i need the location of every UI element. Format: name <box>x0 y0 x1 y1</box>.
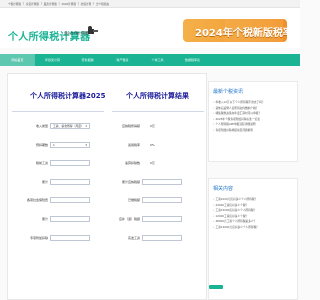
income-type-value: 工资、薪金所得（月度） <box>53 124 84 128</box>
related-tag-badge <box>209 285 223 289</box>
chevron-down-icon: ▾ <box>85 143 87 147</box>
nav-item-rental[interactable]: 财产租赁 <box>105 54 140 66</box>
results-title: 个人所得税计算结果 <box>126 92 189 100</box>
insurance-cumulative-label: 累计 <box>41 217 48 221</box>
top-link[interactable]: 房贷计算器 <box>26 2 39 6</box>
results-divider <box>112 111 204 112</box>
insurance-cumulative-input[interactable] <box>50 216 90 222</box>
top-link[interactable]: 股票计算器 <box>44 2 57 6</box>
top-link[interactable]: 合个税新政 <box>96 2 109 6</box>
income-type-label: 收入类型 <box>35 124 48 128</box>
nav-item-bonus[interactable]: 年终奖计算 <box>35 54 70 66</box>
latest-news-title: 最新个税资讯 <box>213 89 244 95</box>
taxable-income-label: 应纳税所得额 <box>121 124 140 128</box>
insurance-input[interactable] <box>50 197 90 203</box>
refund-tax-output <box>142 216 182 222</box>
taxable-income-value: 0元 <box>150 124 155 128</box>
nav-item-labor[interactable]: 劳务报酬 <box>70 54 105 66</box>
nav-item-business[interactable]: 个体工商 <box>140 54 175 66</box>
period-select[interactable]: 1 ▾ <box>50 142 90 148</box>
paid-tax-output <box>142 197 182 203</box>
sidebar: 最新个税资讯 年收入12万以下个人所得税不用交了吗？ 退休后返聘人员所得如何缴纳… <box>208 81 300 300</box>
site-slogan: 您身边个税计算器 <box>64 31 89 35</box>
chevron-down-icon: ▾ <box>85 124 87 128</box>
nav-item-rate-table[interactable]: 数据税率表 <box>175 54 210 66</box>
latest-news-panel: 最新个税资讯 年收入12万以下个人所得税不用交了吗？ 退休后返聘人员所得如何缴纳… <box>208 81 298 162</box>
paid-tax-label: 已缴税额 <box>127 198 140 202</box>
related-title: 相关内容 <box>213 186 234 192</box>
calculator-divider <box>12 111 104 112</box>
banner-title: 2024年个税新版税率表 <box>195 28 287 39</box>
calculator-title: 个人所得税计算器2025 <box>30 92 106 100</box>
top-link[interactable]: 社保计算 <box>81 2 91 6</box>
top-links: 个税计算器 | 房贷计算器 | 股票计算器 | 2020计算器 | 社保计算 | 合个税新… <box>8 1 110 6</box>
salary-cumulative-input[interactable] <box>50 179 90 185</box>
insurance-label: 各项社会保险费 <box>26 198 48 202</box>
quick-deduction-value: 0元 <box>150 161 155 165</box>
tax-rate-value: 0% <box>150 143 155 147</box>
mascot-icon <box>88 26 98 34</box>
net-salary-label: 实发工资 <box>127 236 140 240</box>
tax-rate-label: 适用税率 <box>127 143 140 147</box>
top-link[interactable]: 2020计算器 <box>62 2 76 6</box>
period-value: 1 <box>53 143 55 147</box>
cumulative-tax-output <box>142 179 182 185</box>
refund-tax-label: 应补（退）税额 <box>118 217 140 221</box>
tax-rate-banner[interactable]: 2024年个税新版税率表 <box>183 19 287 42</box>
special-deduction-input[interactable] <box>50 235 90 241</box>
cumulative-tax-label: 累计应纳税额 <box>121 180 140 184</box>
salary-input[interactable] <box>50 160 90 166</box>
related-panel: 相关内容 工资1000元应扣多少个人所得税？ 24000工资应扣多少个税？ 工资… <box>208 178 298 300</box>
net-salary-output <box>142 235 182 241</box>
salary-cumulative-label: 累计 <box>41 180 48 184</box>
top-link[interactable]: 个税计算器 <box>8 2 21 6</box>
news-link[interactable]: 专项附加扣除填报常见问题解答 <box>213 128 293 134</box>
calculator-panel: 个人所得税计算器2025 个人所得税计算结果 收入类型 工资、薪金所得（月度） … <box>7 73 207 300</box>
salary-label: 税前工资 <box>35 161 48 165</box>
main-nav: 网站首页 年终奖计算 劳务报酬 财产租赁 个体工商 数据税率表 <box>0 54 300 66</box>
quick-deduction-label: 速算扣除数 <box>124 161 140 165</box>
top-link-bar: 个税计算器 | 房贷计算器 | 股票计算器 | 2020计算器 | 社保计算 | 合个税新… <box>0 0 300 8</box>
income-type-select[interactable]: 工资、薪金所得（月度） ▾ <box>50 123 90 129</box>
related-link[interactable]: 工资14000元应扣多少个人所得税？ <box>213 225 293 231</box>
nav-item-home[interactable]: 网站首页 <box>0 54 35 66</box>
special-deduction-label: 专项附加扣除 <box>29 236 48 240</box>
period-label: 预扣期数 <box>35 143 48 147</box>
